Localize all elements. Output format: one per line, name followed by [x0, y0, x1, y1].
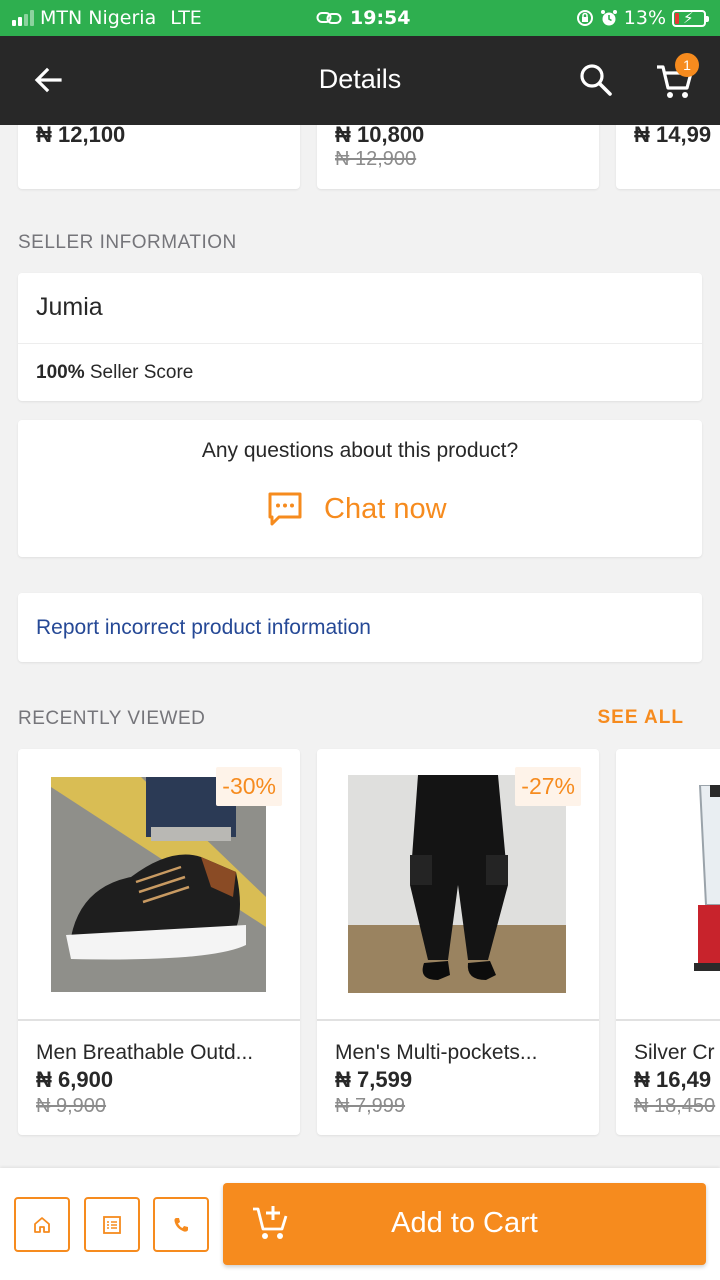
seller-section-title: SELLER INFORMATION — [18, 232, 237, 253]
recently-viewed-item[interactable]: -30% Men Breathable Outd... ₦ 6,900 ₦ 9,… — [18, 749, 300, 1135]
sneaker-image — [51, 777, 266, 992]
battery-fill — [675, 12, 679, 24]
status-center: 19:54 — [316, 7, 410, 29]
product-image: -30% — [18, 749, 300, 1021]
status-left: MTN Nigeria LTE — [12, 7, 202, 29]
cart-count-badge: 1 — [675, 53, 699, 77]
product-price: ₦ 12,100 — [36, 122, 126, 147]
recently-viewed-item[interactable]: -27% Men's Multi-pockets... ₦ 7,599 ₦ 7,… — [317, 749, 599, 1135]
clock: 19:54 — [350, 7, 411, 29]
product-old-price: ₦ 9,900 — [36, 1095, 107, 1117]
chat-icon — [268, 492, 302, 526]
network-type: LTE — [170, 7, 202, 29]
seller-card: Jumia 100% Seller Score — [18, 273, 702, 401]
discount-badge: -27% — [515, 767, 581, 806]
product-image: -27% — [317, 749, 599, 1021]
catalog-button[interactable] — [84, 1197, 140, 1252]
chat-now-label: Chat now — [324, 492, 447, 525]
product-price: ₦ 7,599 — [335, 1067, 413, 1092]
seller-score-label: Seller Score — [84, 362, 194, 383]
product-name: Men Breathable Outd... — [36, 1041, 254, 1064]
rotation-lock-icon — [576, 10, 593, 26]
status-right: 13% ⚡ — [576, 7, 709, 29]
list-icon — [103, 1215, 121, 1234]
charging-icon: ⚡ — [683, 8, 694, 27]
report-link[interactable]: Report incorrect product information — [36, 616, 371, 640]
call-button[interactable] — [153, 1197, 209, 1252]
discount-badge: -30% — [216, 767, 282, 806]
home-button[interactable] — [14, 1197, 70, 1252]
chat-now-button[interactable]: Chat now — [266, 490, 447, 528]
link-icon — [316, 12, 342, 24]
report-card[interactable]: Report incorrect product information — [18, 593, 702, 662]
seller-score: 100% Seller Score — [36, 362, 193, 384]
recently-viewed-item[interactable]: Silver Cr ₦ 16,49 ₦ 18,450 — [616, 749, 720, 1135]
search-icon[interactable] — [576, 60, 616, 100]
questions-text: Any questions about this product? — [201, 439, 519, 462]
divider — [18, 343, 702, 344]
home-icon — [34, 1216, 50, 1233]
app-bar: Details — [0, 36, 720, 125]
questions-card: Any questions about this product? Chat n… — [18, 420, 702, 557]
product-price: ₦ 16,49 — [634, 1067, 712, 1092]
product-price: ₦ 14,99 — [634, 122, 712, 147]
seller-name[interactable]: Jumia — [36, 293, 103, 322]
battery-icon: ⚡ — [672, 8, 709, 27]
bottom-action-bar: Add to Cart — [0, 1168, 720, 1280]
product-old-price: ₦ 18,450 — [634, 1095, 716, 1117]
carrier-name: MTN Nigeria — [40, 7, 157, 29]
add-to-cart-label: Add to Cart — [391, 1207, 538, 1239]
signal-icon — [12, 10, 34, 26]
alarm-icon — [600, 10, 617, 26]
product-old-price: ₦ 12,900 — [335, 148, 417, 170]
product-name: Men's Multi-pockets... — [335, 1041, 538, 1064]
seller-score-value: 100% — [36, 362, 85, 383]
product-image — [616, 749, 720, 1021]
add-to-cart-button[interactable]: Add to Cart — [223, 1183, 706, 1265]
phone-icon — [174, 1217, 188, 1232]
see-all-link[interactable]: SEE ALL — [597, 707, 684, 729]
battery-percent: 13% — [623, 7, 666, 29]
blender-image — [694, 785, 720, 971]
cargo-pants-image — [348, 775, 566, 993]
product-price: ₦ 6,900 — [36, 1067, 114, 1092]
status-bar: MTN Nigeria LTE 19:54 13% ⚡ — [0, 0, 720, 36]
product-price: ₦ 10,800 — [335, 122, 425, 147]
product-name: Silver Cr — [634, 1041, 715, 1064]
product-old-price: ₦ 7,999 — [335, 1095, 406, 1117]
recently-viewed-title: RECENTLY VIEWED — [18, 708, 206, 729]
